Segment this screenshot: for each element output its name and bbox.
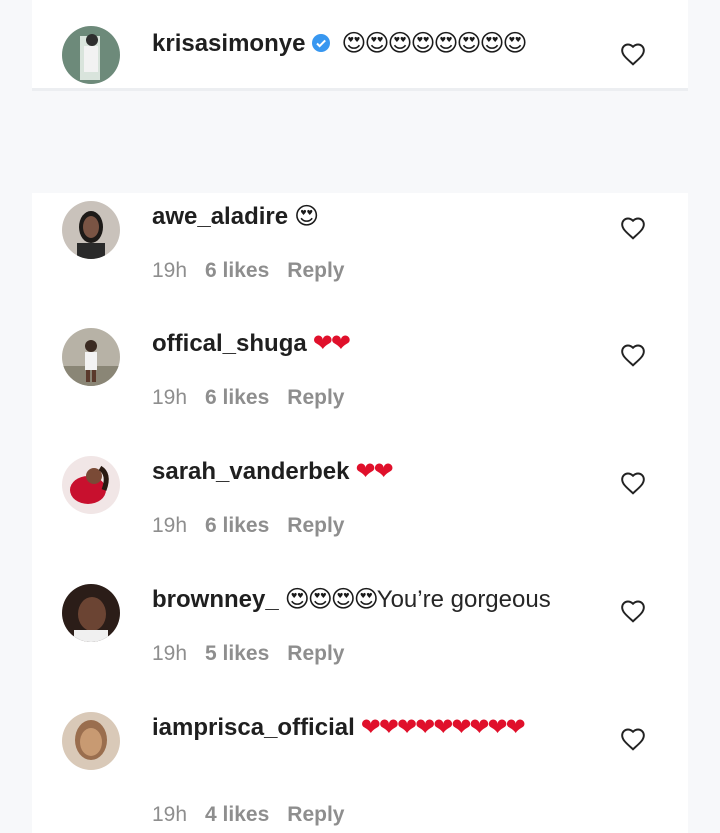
username[interactable]: brownney_ <box>152 586 279 613</box>
comment-body: You’re gorgeous <box>376 586 551 613</box>
comment-meta: 19h 6 likes Reply <box>152 386 362 410</box>
timestamp: 19h <box>152 259 188 282</box>
comment-meta: 19h 6 likes Reply <box>152 259 362 283</box>
emoji-text: 😍😍😍😍😍😍😍😍 <box>341 30 527 57</box>
emoji-text: 😍😍😍😍 <box>284 586 379 613</box>
likes-count[interactable]: 6 likes <box>205 259 269 282</box>
avatar[interactable] <box>62 584 120 642</box>
verified-badge-icon <box>312 34 331 52</box>
emoji-text: ❤❤ <box>312 330 351 357</box>
comment-meta: 19h 5 likes Reply <box>152 642 362 666</box>
comment-text: awe_aladire 😍 <box>152 201 612 233</box>
like-heart-icon[interactable] <box>620 42 646 66</box>
username[interactable]: awe_aladire <box>152 203 288 230</box>
comment-text: iamprisca_official ❤❤❤❤❤❤❤❤❤ <box>152 712 612 744</box>
username[interactable]: sarah_vanderbek <box>152 458 349 485</box>
reply-button[interactable]: Reply <box>287 642 344 665</box>
emoji-text: ❤❤ <box>355 458 393 485</box>
comment-text: sarah_vanderbek ❤❤ <box>152 456 612 488</box>
timestamp: 19h <box>152 803 188 826</box>
username[interactable]: offical_shuga <box>152 330 307 357</box>
likes-count[interactable]: 4 likes <box>205 803 269 826</box>
like-heart-icon[interactable] <box>620 471 646 495</box>
comment-list: awe_aladire 😍 19h 6 likes Reply offical_shu… <box>32 193 688 833</box>
likes-count[interactable]: 5 likes <box>205 642 269 665</box>
username[interactable]: iamprisca_official <box>152 714 355 741</box>
reply-button[interactable]: Reply <box>287 514 344 537</box>
reply-button[interactable]: Reply <box>287 386 344 409</box>
timestamp: 19h <box>152 642 188 665</box>
username[interactable]: krisasimonye <box>152 30 305 57</box>
emoji-text: ❤❤❤❤❤❤❤❤❤ <box>360 714 526 741</box>
likes-count[interactable]: 6 likes <box>205 514 269 537</box>
avatar[interactable] <box>62 26 120 84</box>
avatar[interactable] <box>62 328 120 386</box>
like-heart-icon[interactable] <box>620 343 646 367</box>
emoji-text: 😍 <box>294 203 319 230</box>
comment-text: krisasimonye 😍😍😍😍😍😍😍😍 <box>152 28 612 60</box>
avatar[interactable] <box>62 712 120 770</box>
comment-meta: 19h 6 likes Reply <box>152 514 362 538</box>
comment-text: brownney_ 😍😍😍😍You’re gorgeous <box>152 584 612 616</box>
top-comment-card: krisasimonye 😍😍😍😍😍😍😍😍 <box>32 0 688 91</box>
reply-button[interactable]: Reply <box>287 259 344 282</box>
comment-text: offical_shuga ❤❤ <box>152 328 612 360</box>
timestamp: 19h <box>152 386 188 409</box>
like-heart-icon[interactable] <box>620 599 646 623</box>
avatar[interactable] <box>62 201 120 259</box>
like-heart-icon[interactable] <box>620 727 646 751</box>
reply-button[interactable]: Reply <box>287 803 344 826</box>
timestamp: 19h <box>152 514 188 537</box>
comment-meta: 19h 4 likes Reply <box>152 803 362 827</box>
avatar[interactable] <box>62 456 120 514</box>
likes-count[interactable]: 6 likes <box>205 386 269 409</box>
like-heart-icon[interactable] <box>620 216 646 240</box>
